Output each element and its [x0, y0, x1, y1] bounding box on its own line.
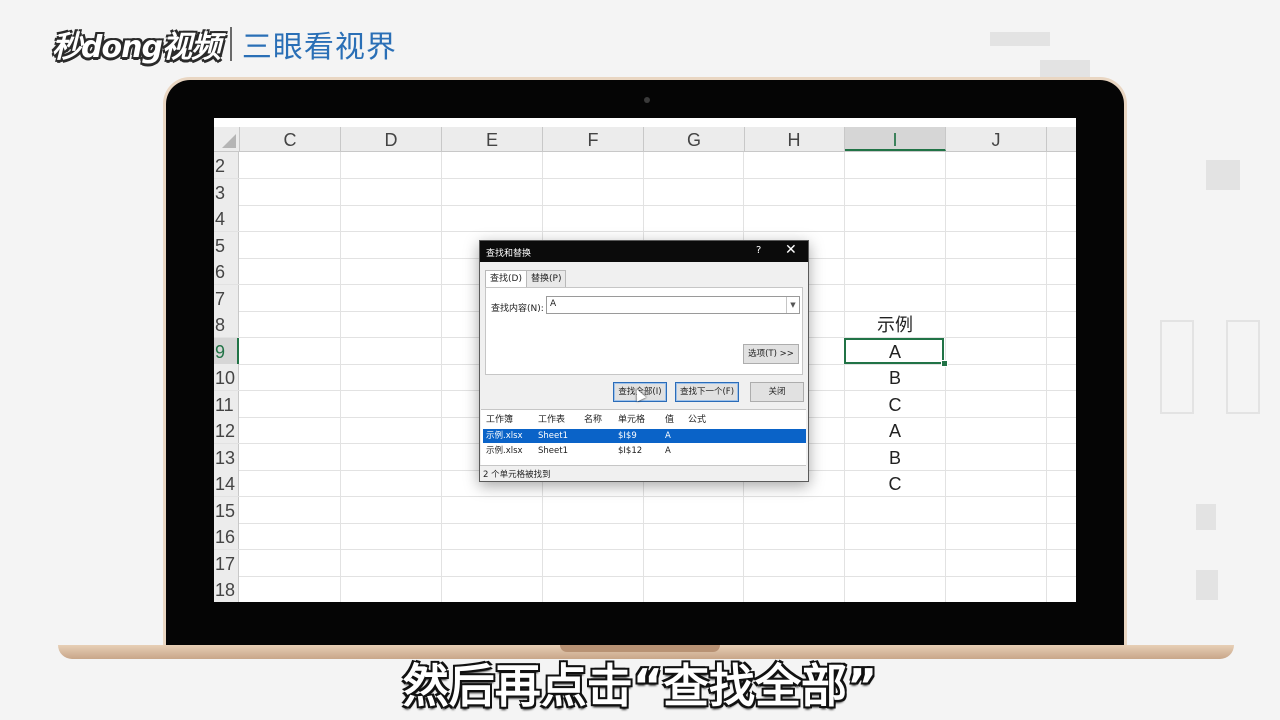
- row-number[interactable]: 16: [214, 523, 239, 549]
- result-cell: $I$12: [618, 446, 643, 456]
- background-decoration: [1226, 320, 1260, 414]
- select-all-icon: [222, 134, 236, 148]
- header-workbook[interactable]: 工作簿: [486, 412, 513, 425]
- row-2: 2: [214, 152, 1076, 179]
- row-number[interactable]: 11: [214, 390, 239, 417]
- row-number[interactable]: 10: [214, 364, 239, 390]
- find-next-button[interactable]: 查找下一个(F): [675, 382, 739, 402]
- row-number[interactable]: 3: [214, 178, 239, 205]
- header-name[interactable]: 名称: [584, 412, 602, 425]
- row-number[interactable]: 8: [214, 311, 239, 337]
- close-button[interactable]: 关闭: [750, 382, 804, 402]
- row-number[interactable]: 9: [214, 337, 239, 364]
- chevron-down-icon[interactable]: ▼: [786, 297, 799, 313]
- result-workbook: 示例.xlsx: [486, 446, 523, 456]
- results-list[interactable]: 工作簿 工作表 名称 单元格 值 公式 示例.xlsx Sheet1 $I$9 …: [481, 409, 806, 465]
- background-decoration: [990, 32, 1050, 46]
- header-cell[interactable]: 单元格: [618, 412, 645, 425]
- cell-i14[interactable]: C: [845, 470, 945, 496]
- dialog-titlebar[interactable]: 查找和替换 ? ✕: [480, 241, 808, 262]
- column-header-e[interactable]: E: [442, 127, 543, 151]
- row-17: 17: [214, 549, 1076, 577]
- status-bar: 2 个单元格被找到: [480, 465, 806, 481]
- row-4: 4: [214, 205, 1076, 232]
- brand-logo: 秒dong视频: [52, 30, 221, 65]
- results-header: 工作簿 工作表 名称 单元格 值 公式: [481, 412, 806, 426]
- row-number[interactable]: 5: [214, 231, 239, 258]
- cell-i11[interactable]: C: [845, 391, 945, 417]
- row-15: 15: [214, 496, 1076, 524]
- row-number[interactable]: 2: [214, 152, 239, 178]
- row-number[interactable]: 13: [214, 443, 239, 470]
- help-icon[interactable]: ?: [756, 245, 761, 256]
- header-value[interactable]: 值: [665, 412, 674, 425]
- result-cell: $I$9: [618, 431, 637, 441]
- column-header-bar: C D E F G H I J: [214, 127, 1076, 152]
- column-header-f[interactable]: F: [543, 127, 644, 151]
- camera-icon: [644, 97, 650, 103]
- cell-i12[interactable]: A: [845, 417, 945, 443]
- row-number[interactable]: 4: [214, 205, 239, 231]
- brand-tagline: 三眼看视界: [241, 30, 397, 65]
- options-button[interactable]: 选项(T) >>: [743, 344, 799, 364]
- background-decoration: [1160, 320, 1194, 414]
- brand-watermark: 秒dong视频 三眼看视界: [52, 22, 397, 66]
- row-number[interactable]: 7: [214, 284, 239, 311]
- row-18: 18: [214, 576, 1076, 602]
- find-replace-dialog: 查找和替换 ? ✕ 查找(D) 替换(P) 查找内容(N): A ▼ 选项(T)…: [479, 240, 809, 482]
- subtitle-caption: 然后再点击“查找全部”: [402, 659, 878, 713]
- row-3: 3: [214, 178, 1076, 206]
- row-number[interactable]: 17: [214, 549, 239, 576]
- status-text: 2 个单元格被找到: [483, 470, 551, 480]
- result-sheet: Sheet1: [538, 431, 568, 441]
- find-panel: 查找内容(N): A ▼ 选项(T) >>: [485, 287, 803, 375]
- column-header-i[interactable]: I: [845, 127, 946, 151]
- row-number[interactable]: 18: [214, 576, 239, 602]
- result-value: A: [665, 431, 671, 441]
- column-header-c[interactable]: C: [240, 127, 341, 151]
- column-header-h[interactable]: H: [744, 127, 845, 151]
- header-formula[interactable]: 公式: [688, 412, 706, 425]
- find-input[interactable]: A ▼: [546, 296, 800, 314]
- brand-divider: [229, 27, 232, 61]
- cell-i10[interactable]: B: [845, 364, 945, 390]
- result-row[interactable]: 示例.xlsx Sheet1 $I$9 A: [483, 429, 806, 443]
- row-number[interactable]: 6: [214, 258, 239, 284]
- background-decoration: [1196, 504, 1216, 530]
- result-workbook: 示例.xlsx: [486, 431, 523, 441]
- result-row[interactable]: 示例.xlsx Sheet1 $I$12 A: [483, 444, 806, 458]
- header-sheet[interactable]: 工作表: [538, 412, 565, 425]
- row-number[interactable]: 12: [214, 417, 239, 443]
- cell-i13[interactable]: B: [845, 444, 945, 470]
- row-number[interactable]: 14: [214, 470, 239, 496]
- cell-i8[interactable]: 示例: [845, 311, 945, 337]
- row-16: 16: [214, 523, 1076, 550]
- result-sheet: Sheet1: [538, 446, 568, 456]
- find-label: 查找内容(N):: [491, 304, 544, 314]
- cell-i9[interactable]: A: [845, 338, 945, 364]
- column-header-j[interactable]: J: [946, 127, 1047, 151]
- column-header-g[interactable]: G: [644, 127, 745, 151]
- dialog-title: 查找和替换: [486, 249, 532, 259]
- result-value: A: [665, 446, 671, 456]
- background-decoration: [1196, 570, 1218, 600]
- close-icon[interactable]: ✕: [785, 242, 797, 258]
- column-header-d[interactable]: D: [341, 127, 442, 151]
- find-input-value: A: [550, 299, 557, 309]
- background-decoration: [1206, 160, 1240, 190]
- tab-replace[interactable]: 替换(P): [526, 270, 567, 288]
- select-all-corner[interactable]: [214, 127, 240, 151]
- row-number[interactable]: 15: [214, 496, 239, 523]
